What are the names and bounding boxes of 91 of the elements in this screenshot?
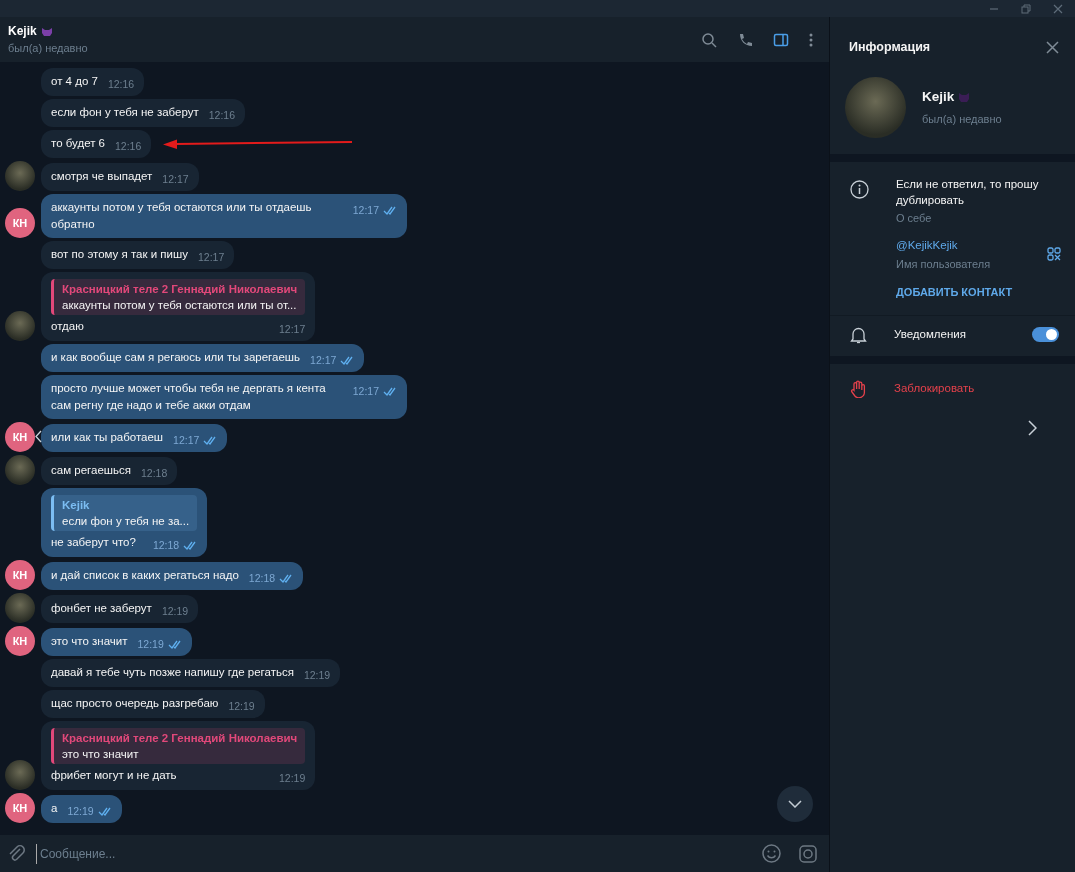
message-time: 12:19 <box>228 699 255 713</box>
message-time: 12:17 <box>173 433 200 447</box>
message-time: 12:19 <box>67 804 94 818</box>
message-time: 12:16 <box>107 77 135 91</box>
side-panel-icon[interactable] <box>773 31 789 48</box>
close-icon[interactable] <box>1046 40 1059 54</box>
message-time: 12:17 <box>162 172 189 186</box>
message-text: или как ты работаеш <box>51 431 164 443</box>
message-text: фрибет могут и не дать <box>51 769 177 781</box>
message-text: фонбет не заберут <box>51 602 152 614</box>
avatar-photo-placeholder[interactable] <box>5 161 35 191</box>
qr-code-icon[interactable] <box>1047 247 1061 262</box>
message-text: и дай список в каких регаться надо <box>51 569 239 581</box>
message-text: если фон у тебя не заберут <box>51 106 199 118</box>
message-time: 12:19 <box>303 668 331 682</box>
message-text: отдаю <box>51 320 84 332</box>
message-text: а <box>51 802 58 814</box>
message-time: 12:19 <box>161 604 189 618</box>
avatar-photo-placeholder[interactable] <box>5 760 35 790</box>
message-time: 12:18 <box>140 466 168 480</box>
message-time: 12:16 <box>208 108 235 122</box>
bell-icon <box>850 325 867 344</box>
bio-label: О себе <box>896 211 933 226</box>
avatar-photo-placeholder[interactable] <box>5 311 35 341</box>
panel-title: Информация <box>849 38 931 56</box>
message-input[interactable]: Сообщение... <box>36 843 752 864</box>
hand-icon <box>850 379 867 398</box>
reply-author: Красницкий теле 2 Геннадий Николаевич <box>62 731 298 746</box>
emoji-status-icon <box>39 25 54 37</box>
reply-text: аккаунты потом у тебя остаются или ты от... <box>62 298 298 313</box>
avatar[interactable]: КН <box>5 793 35 823</box>
reply-quote[interactable]: Красницкий теле 2 Геннадий Николаевич это что значит <box>51 728 306 764</box>
message-time: 12:17 <box>352 203 379 217</box>
info-icon <box>850 180 869 199</box>
chevron-down-icon <box>788 800 802 808</box>
phone-icon[interactable] <box>737 31 753 48</box>
message-time: 12:16 <box>115 139 142 153</box>
profile-status: был(а) недавно <box>922 112 1002 128</box>
reply-author: Kejik <box>62 498 91 513</box>
contact-status: был(а) недавно <box>8 41 89 57</box>
reply-author: Красницкий теле 2 Геннадий Николаевич <box>62 282 298 297</box>
message-time: 12:17 <box>352 384 379 398</box>
message-text: то будет 6 <box>51 137 105 149</box>
message-text: не заберут что? <box>51 536 136 548</box>
message-text: вот по этому я так и пишу <box>51 248 188 260</box>
message-text: щас просто очередь разгребаю <box>51 697 219 709</box>
avatar[interactable]: КН <box>5 626 35 656</box>
message-text: смотря че выпадет <box>51 170 153 182</box>
camera-icon[interactable] <box>799 844 817 863</box>
restore-icon[interactable] <box>1021 3 1031 14</box>
message-time: 12:17 <box>310 353 337 367</box>
message-time: 12:18 <box>152 538 180 552</box>
block-button[interactable]: Заблокировать <box>830 363 1075 414</box>
add-contact-button[interactable]: ДОБАВИТЬ КОНТАКТ <box>896 284 1013 301</box>
scroll-down-button[interactable] <box>777 786 813 822</box>
message-time: 12:17 <box>197 250 225 264</box>
message-time: 12:17 <box>279 322 306 336</box>
avatar[interactable]: КН <box>5 208 35 238</box>
avatar[interactable]: КН <box>5 560 35 590</box>
message-text: аккаунты потом у тебя остаются или ты отдаешь обратно <box>51 201 312 230</box>
message-text: от 4 до 7 <box>51 75 98 87</box>
contact-name: Kejik <box>8 23 37 41</box>
notifications-toggle[interactable] <box>1032 327 1059 343</box>
reply-text: если фон у тебя не за... <box>62 514 190 529</box>
message-text: это что значит <box>51 635 128 647</box>
message-text: сам регаешься <box>51 464 131 476</box>
search-icon[interactable] <box>701 31 717 48</box>
reply-quote[interactable]: Красницкий теле 2 Геннадий Николаевич аккаунты потом у тебя остаются или ты от... <box>51 279 306 315</box>
message-time: 12:19 <box>137 637 164 651</box>
avatar-photo-placeholder[interactable] <box>5 593 35 623</box>
profile-name: Kejik <box>922 88 955 107</box>
username-label: Имя пользователя <box>896 256 991 272</box>
emoji-icon[interactable] <box>762 844 781 863</box>
emoji-status-icon <box>957 91 972 104</box>
attach-icon[interactable] <box>8 844 26 863</box>
reply-quote[interactable]: Kejik если фон у тебя не за... <box>51 495 198 531</box>
chevron-left-icon[interactable] <box>35 430 42 443</box>
message-text: давай я тебе чуть позже напишу где регаться <box>51 666 294 678</box>
close-icon[interactable] <box>1053 3 1063 14</box>
avatar-photo-placeholder[interactable] <box>5 455 35 485</box>
username-link[interactable]: @KejikKejik <box>896 236 991 254</box>
chevron-right-icon[interactable] <box>1028 419 1037 436</box>
reply-text: это что значит <box>62 747 140 762</box>
more-icon[interactable] <box>809 31 813 48</box>
message-time: 12:19 <box>279 771 306 785</box>
avatar[interactable]: КН <box>5 422 35 452</box>
message-text: и как вообще сам я регаюсь или ты зарегаешь <box>51 351 301 363</box>
message-time: 12:18 <box>248 571 276 585</box>
message-text: просто лучше может чтобы тебя не дергать я кента сам регну где надо и тебе акки отдам <box>51 382 326 411</box>
bio-text: Если не ответил, то прошу дублировать <box>896 177 1040 208</box>
notifications-label: Уведомления <box>894 327 967 343</box>
